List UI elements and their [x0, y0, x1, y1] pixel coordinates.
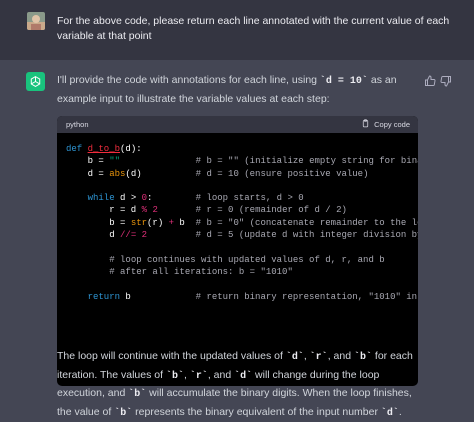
inline-code: `d` [285, 352, 304, 363]
code-language-label: python [66, 120, 89, 129]
assistant-outro-text: The loop will continue with the updated … [57, 348, 422, 422]
code-line: r = d % 2 # r = 0 (remainder of d / 2) [66, 205, 347, 216]
code-line: # after all iterations: b = "1010" [109, 266, 293, 277]
code-line: # loop continues with updated values of … [109, 254, 385, 265]
code-block-header: python Copy code [57, 116, 418, 133]
inline-code: `b` [114, 407, 133, 419]
intro-text-part: I'll provide the code with annotations f… [57, 74, 320, 86]
outro-text-part: , and [327, 350, 354, 362]
inline-code: `b` [128, 389, 147, 400]
openai-logo-icon [26, 72, 45, 91]
inline-code: `b` [353, 352, 372, 363]
code-line: while d > 0: # loop starts, d > 0 [87, 193, 304, 204]
copy-code-button[interactable]: Copy code [361, 119, 410, 130]
outro-text-part: , and [207, 368, 235, 381]
inline-code: `r` [189, 370, 208, 382]
code-block: python Copy code def d_to_b(d): b = "" #… [57, 116, 418, 386]
assistant-message-row: I'll provide the code with annotations f… [0, 60, 474, 420]
user-message-text: For the above code, please return each l… [57, 15, 450, 42]
inline-code: `b` [165, 370, 184, 382]
thumbs-up-icon[interactable] [424, 74, 436, 86]
code-content: def d_to_b(d): b = "" # b = "" (initiali… [57, 133, 418, 303]
user-message-row: For the above code, please return each l… [0, 0, 474, 61]
code-line: def d_to_b(d): [66, 144, 142, 154]
user-avatar [27, 12, 45, 30]
assistant-intro-text: I'll provide the code with annotations f… [57, 72, 417, 107]
code-line: d = abs(d) # d = 10 (ensure positive val… [66, 168, 369, 179]
inline-code: `r` [309, 352, 328, 363]
outro-text-part: . [398, 405, 402, 418]
inline-code: `d = 10` [319, 76, 368, 87]
inline-code: `d` [234, 370, 253, 382]
clipboard-icon [361, 119, 370, 130]
feedback-controls [424, 74, 452, 87]
inline-code: `d` [380, 407, 399, 419]
code-line: b = str(r) + b # b = "0" (concatenate re… [66, 217, 418, 228]
copy-code-label: Copy code [374, 120, 410, 129]
code-line: return b # return binary representation,… [87, 291, 418, 302]
code-line: b = "" # b = "" (initialize empty string… [66, 156, 418, 167]
code-line: d //= 2 # d = 5 (update d with integer d… [66, 230, 418, 241]
thumbs-down-icon[interactable] [440, 74, 452, 87]
outro-text-part: The loop will continue with the updated … [57, 350, 286, 362]
outro-text-part: represents the binary equivalent of the … [132, 405, 381, 418]
